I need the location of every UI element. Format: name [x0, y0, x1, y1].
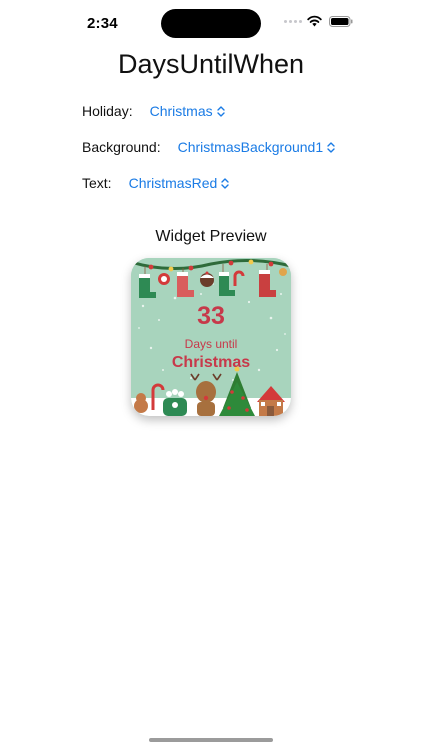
battery-icon	[329, 16, 353, 27]
app-title: DaysUntilWhen	[117, 49, 305, 79]
text-label: Text:	[82, 175, 112, 191]
holiday-row: Holiday: Christmas	[82, 99, 225, 123]
widget-preview: 33 Days until Christmas	[131, 258, 291, 416]
widget-preview-title: Widget Preview	[155, 228, 267, 245]
wifi-icon	[307, 15, 322, 27]
chevron-up-down-icon	[327, 141, 335, 153]
widget-holiday-name: Christmas	[171, 354, 251, 371]
background-picker[interactable]: ChristmasBackground1	[178, 139, 336, 155]
widget-days-number: 33	[197, 302, 225, 330]
holiday-label: Holiday:	[82, 103, 133, 119]
text-row: Text: ChristmasRed	[82, 171, 229, 195]
status-time: 2:34	[87, 15, 118, 32]
holiday-picker[interactable]: Christmas	[150, 103, 225, 119]
chevron-up-down-icon	[216, 105, 225, 117]
background-label: Background:	[82, 139, 161, 155]
background-picker-value: ChristmasBackground1	[177, 139, 324, 155]
widget-days-caption: Days until	[184, 337, 238, 351]
status-bar: 2:34	[0, 0, 422, 48]
text-picker-value: ChristmasRed	[128, 175, 218, 191]
text-picker[interactable]: ChristmasRed	[129, 175, 230, 191]
cellular-icon	[284, 20, 302, 23]
home-indicator[interactable]	[149, 738, 273, 742]
holiday-picker-value: Christmas	[149, 103, 213, 119]
dynamic-island	[161, 9, 261, 38]
chevron-up-down-icon	[221, 177, 229, 189]
background-row: Background: ChristmasBackground1	[82, 135, 335, 159]
